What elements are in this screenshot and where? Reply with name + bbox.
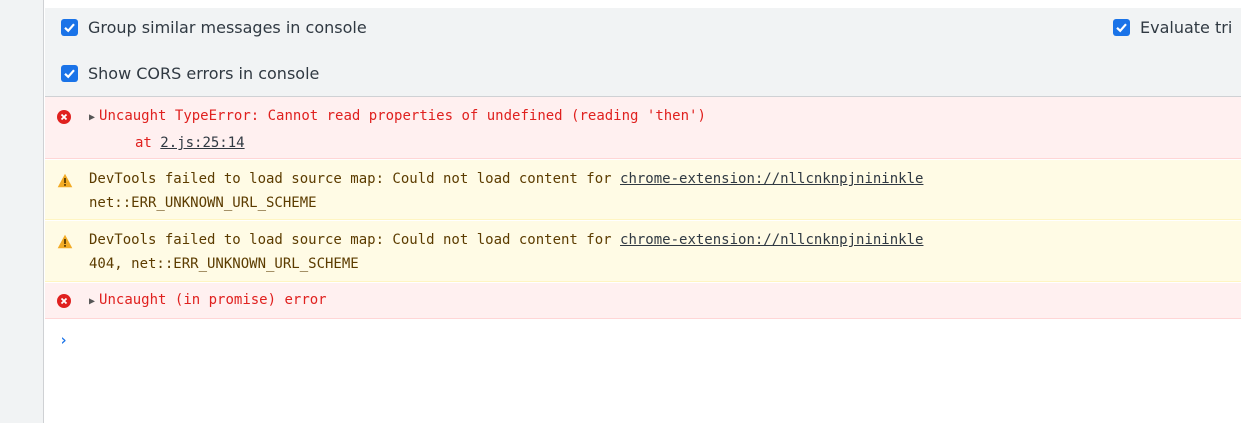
- show-cors-label: Show CORS errors in console: [88, 64, 320, 83]
- source-map-link[interactable]: chrome-extension://nllcnknpjnininkle: [620, 232, 923, 248]
- warning-icon: [57, 234, 73, 249]
- group-similar-checkbox[interactable]: [61, 19, 78, 36]
- checkmark-icon: [64, 69, 75, 79]
- stack-at-label: at: [135, 135, 161, 151]
- warning-message-text: DevTools failed to load source map: Coul…: [89, 232, 621, 248]
- evaluate-triggers-checkbox[interactable]: [1113, 19, 1130, 36]
- source-location-link[interactable]: 2.js:25:14: [160, 135, 244, 151]
- error-icon: [57, 110, 71, 124]
- console-message-warning[interactable]: DevTools failed to load source map: Coul…: [45, 160, 1241, 220]
- console-input[interactable]: [75, 327, 1225, 351]
- console-output: ▶ Uncaught TypeError: Cannot read propert…: [45, 97, 1241, 423]
- console-settings-panel: Group similar messages in console Show C…: [45, 8, 1241, 97]
- evaluate-triggers-label: Evaluate tri: [1140, 18, 1233, 37]
- source-map-link[interactable]: chrome-extension://nllcnknpjnininkle: [620, 171, 923, 187]
- warning-message-detail: net::ERR_UNKNOWN_URL_SCHEME: [89, 195, 317, 211]
- console-message-error[interactable]: ▶ Uncaught (in promise) error: [45, 283, 1241, 319]
- show-cors-setting[interactable]: Show CORS errors in console: [61, 64, 319, 83]
- warning-message-text: DevTools failed to load source map: Coul…: [89, 171, 621, 187]
- expand-triangle-icon[interactable]: ▶: [89, 112, 95, 123]
- left-gutter: [0, 0, 44, 423]
- console-message-warning[interactable]: DevTools failed to load source map: Coul…: [45, 221, 1241, 282]
- error-message-text: Uncaught (in promise) error: [99, 292, 327, 308]
- group-similar-label: Group similar messages in console: [88, 18, 367, 37]
- group-similar-setting[interactable]: Group similar messages in console: [61, 18, 367, 37]
- console-prompt-icon[interactable]: ›: [59, 331, 68, 349]
- checkmark-icon: [1116, 23, 1127, 33]
- console-message-error[interactable]: ▶ Uncaught TypeError: Cannot read propert…: [45, 97, 1241, 159]
- checkmark-icon: [64, 23, 75, 33]
- error-message-text: Uncaught TypeError: Cannot read properti…: [99, 108, 706, 124]
- warning-message-detail: 404, net::ERR_UNKNOWN_URL_SCHEME: [89, 256, 359, 272]
- show-cors-checkbox[interactable]: [61, 65, 78, 82]
- evaluate-triggers-setting[interactable]: Evaluate tri: [1113, 18, 1232, 37]
- warning-icon: [57, 173, 73, 188]
- error-icon: [57, 294, 71, 308]
- expand-triangle-icon[interactable]: ▶: [89, 296, 95, 307]
